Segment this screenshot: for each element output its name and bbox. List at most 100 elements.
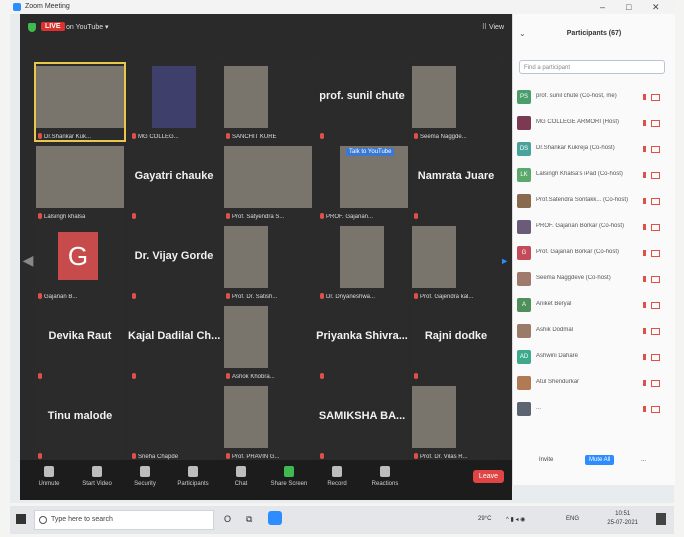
participant-tile[interactable]: SANCHIT KURE <box>222 62 314 142</box>
participant-row-name: Ashik Dodmal <box>536 327 574 333</box>
security-icon <box>140 466 150 477</box>
participant-row-name: Seema Naggdeve (Co-host) <box>536 275 611 281</box>
muted-mic-icon <box>226 133 230 139</box>
taskbar-clock[interactable]: 10:51 25-07-2021 <box>607 510 638 528</box>
participant-row[interactable]: A Aniket Beryal <box>513 292 675 318</box>
record-button[interactable]: Record <box>314 466 360 487</box>
participant-row[interactable]: PS prof. sunil chute (Co-host, me) <box>513 84 675 110</box>
participant-tile[interactable]: MG COLLEG... <box>128 62 220 142</box>
maximize-button[interactable]: □ <box>626 2 631 12</box>
participant-row[interactable]: ... <box>513 396 675 422</box>
leave-button[interactable]: Leave <box>472 470 504 483</box>
record-icon <box>332 466 342 477</box>
more-button[interactable]: ... <box>641 457 646 463</box>
participant-tile[interactable]: Namrata Juare <box>410 142 502 222</box>
participant-row[interactable]: AD Ashwini Dahare <box>513 344 675 370</box>
participant-tile[interactable]: G Gajanan B... <box>34 222 126 302</box>
participant-tile[interactable]: Sneha Chapde <box>128 382 220 462</box>
invite-button[interactable]: Invite <box>539 457 553 463</box>
muted-mic-icon <box>320 293 324 299</box>
close-button[interactable]: ✕ <box>652 2 660 13</box>
muted-mic-icon <box>320 213 324 219</box>
participant-row[interactable]: Prof.Satendra Sontakk... (Co-host) <box>513 188 675 214</box>
zoom-taskbar-icon[interactable] <box>268 511 282 525</box>
youtube-badge[interactable]: Talk to YouTube <box>346 148 395 156</box>
video-off-icon <box>651 120 660 127</box>
security-button[interactable]: Security <box>122 466 168 487</box>
participant-tile[interactable]: Dr. Vijay Gorde <box>128 222 220 302</box>
participant-row-name: Prof.Satendra Sontakk... (Co-host) <box>536 197 629 203</box>
participant-tile[interactable]: prof. sunil chute <box>316 62 408 142</box>
participant-video <box>224 306 268 368</box>
participant-tile[interactable]: Devika Raut <box>34 302 126 382</box>
windows-start-icon[interactable] <box>16 514 26 524</box>
notification-icon[interactable] <box>656 513 666 525</box>
participant-row-name: prof. sunil chute (Co-host, me) <box>536 93 617 99</box>
participant-row[interactable]: DS Dr.Shankar Kukreja (Co-host) <box>513 136 675 162</box>
chat-icon <box>236 466 246 477</box>
video-off-icon <box>651 380 660 387</box>
chat-button[interactable]: Chat <box>218 466 264 487</box>
participant-tile[interactable]: Prof. Satyendra S... <box>222 142 314 222</box>
participant-tile[interactable]: Prof. PRAVIN G... <box>222 382 314 462</box>
participant-avatar <box>517 376 531 390</box>
participant-tile[interactable]: Prof. Gajendra kal... <box>410 222 502 302</box>
participant-name: Namrata Juare <box>417 170 495 182</box>
participant-label: SANCHIT KURE <box>232 134 277 140</box>
reactions-button[interactable]: Reactions <box>362 466 408 487</box>
view-button[interactable]: ⠿ View <box>482 23 504 31</box>
muted-mic-icon <box>643 198 646 204</box>
live-badge[interactable]: LIVE <box>41 22 65 31</box>
prev-page-arrow-icon[interactable]: ◀ <box>22 250 34 270</box>
participant-tile[interactable]: Rajni dodke <box>410 302 502 382</box>
clock-time: 10:51 <box>615 511 631 517</box>
muted-mic-icon <box>38 133 42 139</box>
participant-tile[interactable]: Dr.Shankar Kuk... <box>34 62 126 142</box>
unmute-button[interactable]: Unmute <box>26 466 72 487</box>
task-view-icon[interactable]: ⧉ <box>246 514 252 525</box>
share-screen-button[interactable]: Share Screen <box>266 466 312 487</box>
participants-button[interactable]: Participants <box>170 466 216 487</box>
participant-tile[interactable]: Prof. Dr. Satish... <box>222 222 314 302</box>
participant-row[interactable]: G Prof. Gajanan Borkar (Co-host) <box>513 240 675 266</box>
participant-tile[interactable]: Tinu malode <box>34 382 126 462</box>
video-off-icon <box>651 354 660 361</box>
cortana-icon[interactable]: O <box>224 514 231 524</box>
participant-row[interactable]: PROF. Gajanan Borkar (Co-host) <box>513 214 675 240</box>
participant-row[interactable]: MG COLLEGE ARMORI (Host) <box>513 110 675 136</box>
participant-row-name: Aniket Beryal <box>536 301 572 307</box>
participant-tile[interactable]: Prof. Dr. Vilas R... <box>410 382 502 462</box>
muted-mic-icon <box>414 133 418 139</box>
search-icon <box>39 516 47 524</box>
participant-tile[interactable]: SAMIKSHA BA... <box>316 382 408 462</box>
participant-row-name: Dr.Shankar Kukreja (Co-host) <box>536 145 615 151</box>
security-shield-icon[interactable] <box>28 23 36 32</box>
participant-tile[interactable]: Ashok Khobra... <box>222 302 314 382</box>
meeting-top-bar: LIVE on YouTube ▾ ⠿ View <box>20 14 512 40</box>
mute-all-button[interactable]: Mute All <box>585 455 615 465</box>
start-video-button[interactable]: Start Video <box>74 466 120 487</box>
participant-row[interactable]: Seema Naggdeve (Co-host) <box>513 266 675 292</box>
participant-tile[interactable]: Kajal Dadilal Ch... <box>128 302 220 382</box>
participant-tile[interactable]: Gayatri chauke <box>128 142 220 222</box>
video-off-icon <box>651 406 660 413</box>
find-participant-input[interactable]: Find a participant <box>519 60 665 74</box>
muted-mic-icon <box>414 293 418 299</box>
tray-icons[interactable]: ^ ▮ ◂ ◉ <box>506 516 525 523</box>
live-stream-dropdown[interactable]: on YouTube ▾ <box>66 23 109 31</box>
participant-row[interactable]: Atul Shendurkar <box>513 370 675 396</box>
taskbar-search-input[interactable]: Type here to search <box>34 510 214 530</box>
minimize-button[interactable]: – <box>600 2 605 12</box>
language-indicator[interactable]: ENG <box>566 516 579 522</box>
muted-mic-icon <box>414 453 418 459</box>
participant-tile[interactable]: Lalsingh khalsa <box>34 142 126 222</box>
participant-row[interactable]: LK Lalsingh Khalsa's iPad (Co-host) <box>513 162 675 188</box>
participant-avatar <box>517 324 531 338</box>
muted-mic-icon <box>320 453 324 459</box>
participant-tile[interactable]: Seema Naggde... <box>410 62 502 142</box>
participant-tile[interactable]: Priyanka Shivra... <box>316 302 408 382</box>
participant-tile[interactable]: Talk to YouTube PROF. Gajanan... <box>316 142 408 222</box>
participant-row[interactable]: Ashik Dodmal <box>513 318 675 344</box>
muted-mic-icon <box>643 406 646 412</box>
participant-tile[interactable]: Dr. Dnyaneshwa... <box>316 222 408 302</box>
